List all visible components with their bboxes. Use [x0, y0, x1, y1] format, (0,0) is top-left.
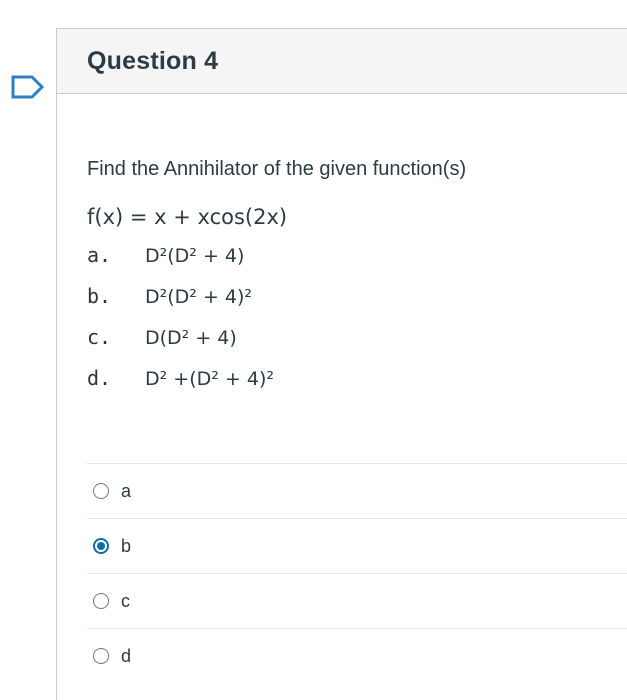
radio-button-c[interactable] — [93, 593, 109, 609]
question-body: Find the Annihilator of the given functi… — [57, 94, 627, 407]
answer-label[interactable]: b — [121, 536, 131, 557]
answer-list: a b c d — [87, 463, 627, 683]
option-expression: D²(D² + 4)² — [145, 286, 253, 308]
flag-bookmark-icon[interactable] — [10, 74, 46, 100]
radio-button-d[interactable] — [93, 648, 109, 664]
question-card: Question 4 Find the Annihilator of the g… — [56, 28, 627, 700]
option-row-d: d. D² +(D² + 4)² — [87, 366, 627, 407]
answer-option-b[interactable]: b — [87, 518, 627, 573]
answer-option-a[interactable]: a — [87, 463, 627, 518]
option-letter: b. — [87, 284, 112, 308]
option-expression: D² +(D² + 4)² — [145, 368, 274, 390]
answer-label[interactable]: c — [121, 591, 130, 612]
answer-option-c[interactable]: c — [87, 573, 627, 628]
answer-option-d[interactable]: d — [87, 628, 627, 683]
answer-label[interactable]: a — [121, 481, 131, 502]
flag-gutter — [0, 28, 56, 700]
question-title: Question 4 — [87, 46, 219, 75]
question-prompt: Find the Annihilator of the given functi… — [87, 158, 467, 180]
option-row-a: a. D²(D² + 4) — [87, 243, 627, 284]
answer-label[interactable]: d — [121, 646, 131, 667]
option-expression: D²(D² + 4) — [145, 245, 245, 267]
radio-button-b[interactable] — [93, 538, 109, 554]
question-header: Question 4 — [57, 29, 627, 94]
option-expression: D(D² + 4) — [145, 327, 237, 349]
option-letter: c. — [87, 325, 112, 349]
option-letter: a. — [87, 243, 112, 267]
function-expression: f(x) = x + xcos(2x) — [87, 205, 288, 229]
option-row-b: b. D²(D² + 4)² — [87, 284, 627, 325]
option-letter: d. — [87, 366, 112, 390]
option-row-c: c. D(D² + 4) — [87, 325, 627, 366]
radio-button-a[interactable] — [93, 483, 109, 499]
